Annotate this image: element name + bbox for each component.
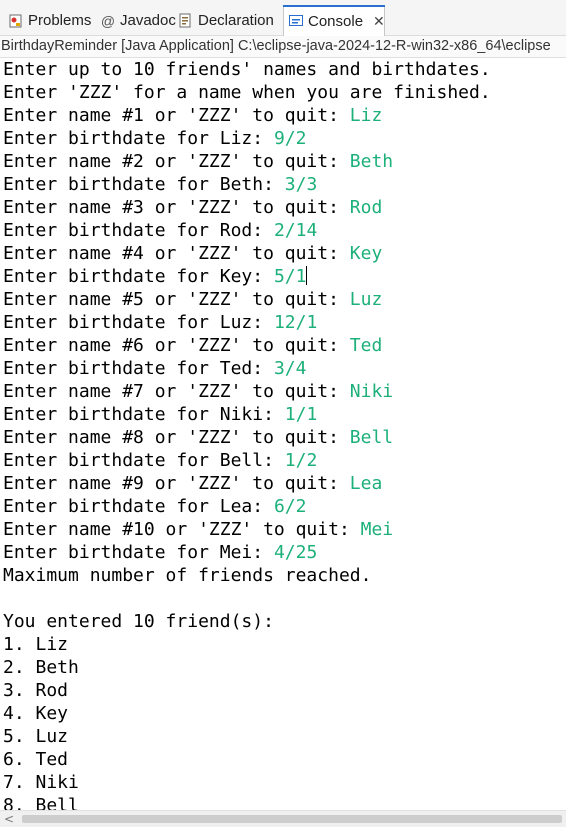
prompt-text: Enter birthdate for Bell:: [3, 450, 285, 471]
console-line: You entered 10 friend(s):: [3, 611, 274, 632]
declaration-icon: [178, 13, 194, 29]
console-line: Enter 'ZZZ' for a name when you are fini…: [3, 82, 491, 103]
console-line: Enter name #10 or 'ZZZ' to quit: Mei: [0, 518, 566, 541]
console-line: Enter birthdate for Niki: 1/1: [0, 403, 566, 426]
prompt-text: Enter birthdate for Rod:: [3, 220, 274, 241]
console-line: Enter name #1 or 'ZZZ' to quit: Liz: [0, 104, 566, 127]
close-icon[interactable]: ✕: [373, 13, 385, 30]
console-line: Enter name #7 or 'ZZZ' to quit: Niki: [0, 380, 566, 403]
console-line: Enter name #4 or 'ZZZ' to quit: Key: [0, 242, 566, 265]
console-line: 7. Niki: [3, 772, 79, 793]
prompt-text: Enter name #4 or 'ZZZ' to quit:: [3, 243, 350, 264]
user-input: Bell: [349, 427, 394, 448]
prompt-text: Enter birthdate for Beth:: [3, 174, 285, 195]
user-input: 1/2: [284, 450, 318, 471]
user-input: Rod: [349, 197, 383, 218]
console-line: Enter birthdate for Beth: 3/3: [0, 173, 566, 196]
user-input: 4/25: [273, 542, 318, 563]
prompt-text: Enter birthdate for Niki:: [3, 404, 285, 425]
view-tab-bar: Problems @ Javadoc Declaration Console ✕: [0, 0, 566, 36]
tab-console[interactable]: Console ✕: [283, 5, 385, 36]
console-launch-title: BirthdayReminder [Java Application] C:\e…: [0, 36, 566, 58]
scroll-left-icon[interactable]: <: [4, 812, 14, 826]
tab-label: Javadoc: [120, 12, 176, 29]
console-line: Enter birthdate for Luz: 12/1: [0, 311, 566, 334]
tab-declaration[interactable]: Declaration: [174, 5, 278, 36]
console-line: 6. Ted: [3, 749, 69, 770]
console-line: Enter name #6 or 'ZZZ' to quit: Ted: [0, 334, 566, 357]
user-input: 3/3: [284, 174, 318, 195]
user-input: 1/1: [284, 404, 318, 425]
console-line: Enter birthdate for Rod: 2/14: [0, 219, 566, 242]
user-input: Mei: [360, 519, 394, 540]
prompt-text: Enter name #2 or 'ZZZ' to quit:: [3, 151, 350, 172]
console-output[interactable]: Enter up to 10 friends' names and birthd…: [0, 58, 566, 810]
prompt-text: Enter birthdate for Liz:: [3, 128, 274, 149]
prompt-text: Enter name #1 or 'ZZZ' to quit:: [3, 105, 350, 126]
console-line: Enter birthdate for Lea: 6/2: [0, 495, 566, 518]
prompt-text: Enter name #3 or 'ZZZ' to quit:: [3, 197, 350, 218]
console-line: Enter birthdate for Bell: 1/2: [0, 449, 566, 472]
console-line: 8. Bell: [3, 795, 79, 810]
scrollbar-thumb[interactable]: [22, 815, 562, 823]
user-input: 5/1: [273, 266, 307, 287]
console-line: Enter name #5 or 'ZZZ' to quit: Luz: [0, 288, 566, 311]
horizontal-scrollbar[interactable]: <: [0, 810, 566, 827]
console-line: Enter name #2 or 'ZZZ' to quit: Beth: [0, 150, 566, 173]
user-input: 6/2: [273, 496, 307, 517]
console-line: Enter birthdate for Mei: 4/25: [0, 541, 566, 564]
tab-label: Console: [308, 12, 364, 30]
console-line: Enter birthdate for Liz: 9/2: [0, 127, 566, 150]
user-input: Ted: [349, 335, 383, 356]
tab-label: Declaration: [198, 12, 274, 29]
console-line: Maximum number of friends reached.: [3, 565, 372, 586]
user-input: Luz: [349, 289, 383, 310]
user-input: Beth: [349, 151, 394, 172]
user-input: Key: [349, 243, 383, 264]
prompt-text: Enter birthdate for Mei:: [3, 542, 274, 563]
prompt-text: Enter name #10 or 'ZZZ' to quit:: [3, 519, 361, 540]
prompt-text: Enter birthdate for Luz:: [3, 312, 274, 333]
tab-label: Problems: [28, 12, 92, 29]
console-line: 4. Key: [3, 703, 69, 724]
user-input: Niki: [349, 381, 394, 402]
console-line: Enter birthdate for Ted: 3/4: [0, 357, 566, 380]
user-input: 12/1: [273, 312, 318, 333]
console-line: Enter name #8 or 'ZZZ' to quit: Bell: [0, 426, 566, 449]
tab-problems[interactable]: Problems: [4, 5, 95, 36]
prompt-text: Enter name #5 or 'ZZZ' to quit:: [3, 289, 350, 310]
prompt-text: Enter birthdate for Ted:: [3, 358, 274, 379]
tab-javadoc[interactable]: @ Javadoc: [96, 5, 180, 36]
prompt-text: Enter name #6 or 'ZZZ' to quit:: [3, 335, 350, 356]
problems-icon: [8, 13, 24, 29]
console-line: 2. Beth: [3, 657, 79, 678]
console-line: 5. Luz: [3, 726, 69, 747]
prompt-text: Enter name #7 or 'ZZZ' to quit:: [3, 381, 350, 402]
prompt-text: Enter birthdate for Lea:: [3, 496, 274, 517]
user-input: 3/4: [273, 358, 307, 379]
prompt-text: Enter name #9 or 'ZZZ' to quit:: [3, 473, 350, 494]
console-line: Enter up to 10 friends' names and birthd…: [3, 59, 491, 80]
console-line: Enter name #9 or 'ZZZ' to quit: Lea: [0, 472, 566, 495]
console-line: 3. Rod: [3, 680, 69, 701]
user-input: Lea: [349, 473, 383, 494]
console-line: Enter birthdate for Key: 5/1: [0, 265, 566, 288]
javadoc-icon: @: [100, 12, 116, 29]
console-line: 1. Liz: [3, 634, 69, 655]
prompt-text: Enter birthdate for Key:: [3, 266, 274, 287]
text-caret: [306, 266, 308, 285]
prompt-text: Enter name #8 or 'ZZZ' to quit:: [3, 427, 350, 448]
console-line: Enter name #3 or 'ZZZ' to quit: Rod: [0, 196, 566, 219]
user-input: 2/14: [273, 220, 318, 241]
user-input: 9/2: [273, 128, 307, 149]
console-icon: [288, 13, 304, 29]
user-input: Liz: [349, 105, 383, 126]
